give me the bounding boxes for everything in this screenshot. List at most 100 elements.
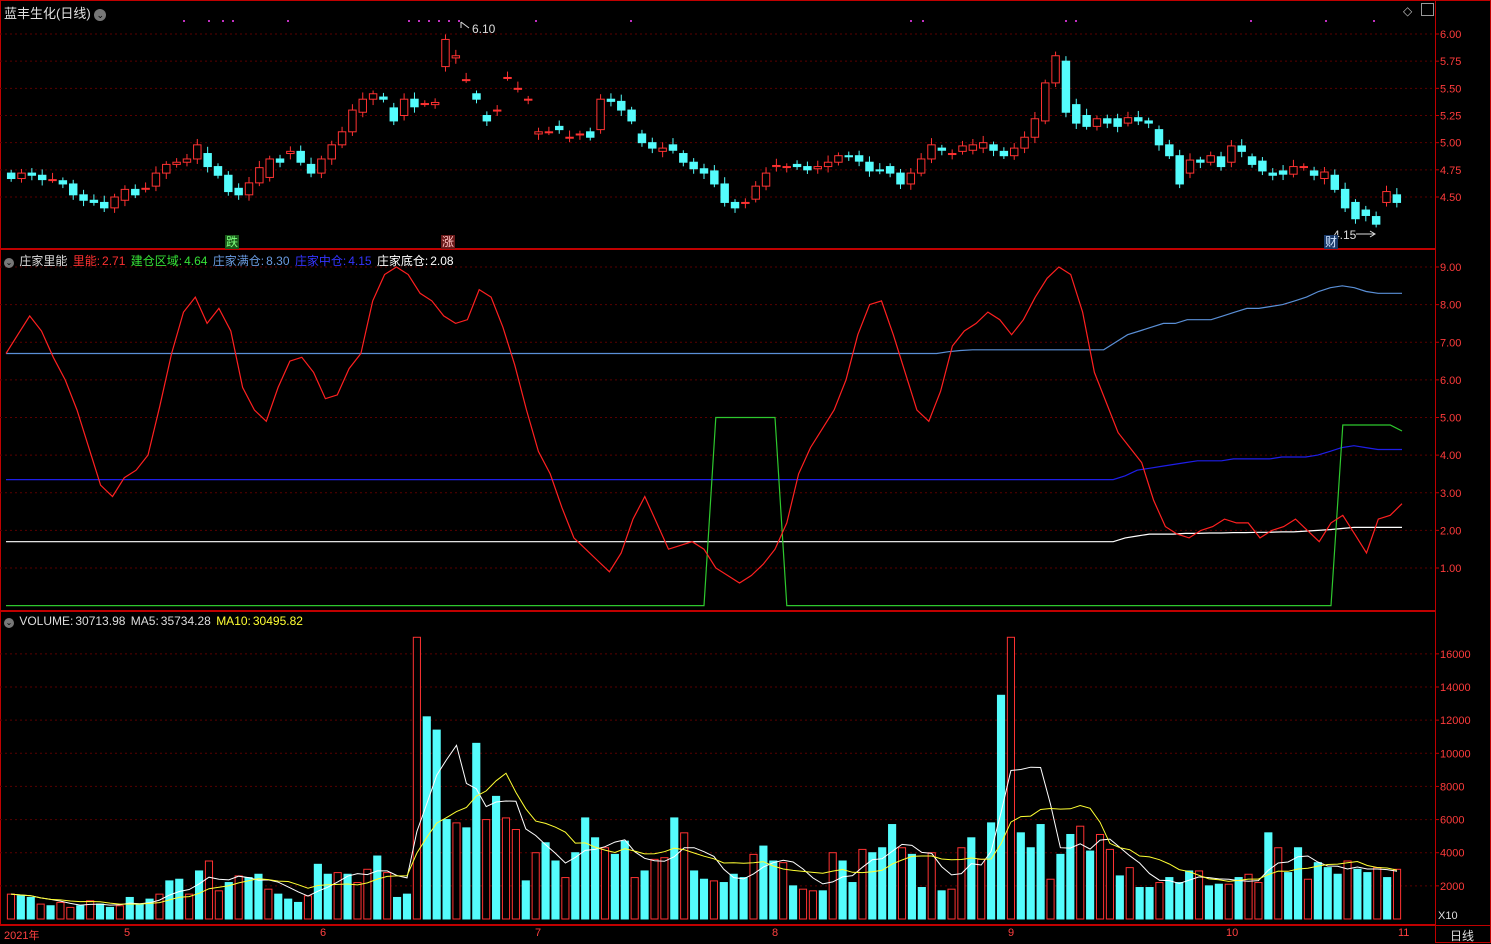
volume-legend: ⌄ VOLUME: 30713.98 MA5: 35734.28 MA10: 3049…: [4, 614, 305, 628]
volume-bar: [967, 837, 976, 920]
x-label-year: 2021年: [4, 930, 40, 942]
volume-bar: [323, 873, 332, 920]
candle-body: [58, 180, 68, 185]
volume-bar: [690, 870, 699, 920]
candle-body: [896, 172, 905, 185]
volume-bar: [383, 872, 392, 920]
candle-body: [48, 179, 57, 182]
volume-bar: [6, 893, 16, 920]
volume-bar: [848, 882, 857, 920]
jiancang-line: [6, 416, 1403, 607]
mancang-line: [6, 285, 1402, 355]
high-label: 6.10: [472, 22, 496, 36]
candle-body: [461, 79, 471, 82]
candle-body: [1330, 174, 1340, 190]
volume-bar: [284, 898, 293, 920]
zhongcang-line: [6, 445, 1402, 481]
volume-bar: [1214, 883, 1223, 920]
candle-body: [1154, 129, 1164, 146]
volume-bar: [343, 873, 352, 920]
volume-bar: [927, 852, 936, 920]
volume-bar: [996, 694, 1006, 920]
chevron-down-icon[interactable]: ⌄: [94, 9, 107, 21]
indicator-ytick: 5.00: [1440, 413, 1461, 425]
candle-body: [1072, 104, 1081, 124]
page-title: 蓝丰生化(日线) ⌄: [4, 3, 107, 22]
ma5-value: 35734.28: [160, 614, 211, 628]
indicator-ytick: 1.00: [1440, 563, 1461, 575]
volume-bar: [1313, 862, 1322, 920]
candle-body: [648, 142, 657, 149]
candle-body: [131, 188, 140, 196]
volume-bar: [511, 829, 520, 920]
volume-bar: [303, 895, 313, 920]
maximize-icon[interactable]: [1421, 3, 1434, 16]
volume-bar: [393, 896, 402, 920]
volume-bar: [699, 878, 709, 920]
candle-body: [741, 201, 750, 204]
candle-body: [813, 166, 822, 170]
candle-body: [1351, 201, 1360, 220]
volume-bar: [1234, 877, 1243, 920]
candle-body: [441, 38, 450, 68]
volume-bar: [95, 903, 105, 920]
volume-bar: [1125, 867, 1134, 920]
cai-marker[interactable]: 财: [1324, 235, 1338, 249]
volume-bar: [660, 857, 669, 920]
candle-body: [1227, 145, 1236, 163]
candle-body: [772, 164, 781, 168]
candle-body: [803, 166, 812, 171]
candle-body: [1113, 118, 1122, 127]
volume-ytick: 16000: [1440, 649, 1471, 661]
candle-body: [151, 172, 161, 187]
indicator-ytick: 3.00: [1440, 488, 1461, 500]
volume-bar: [482, 819, 491, 920]
indicator-ytick: 9.00: [1440, 262, 1461, 274]
candle-body: [658, 147, 667, 152]
period-label[interactable]: 日线: [1450, 927, 1474, 944]
candle-body: [1051, 55, 1060, 84]
die-marker[interactable]: 跌: [225, 234, 239, 249]
zhuli-label: 里能:: [72, 254, 101, 268]
ma5-label: MA5:: [130, 614, 159, 628]
candle-body: [265, 158, 274, 178]
volume-bar: [729, 873, 738, 920]
candle-body: [1278, 170, 1288, 175]
volume-bar: [858, 848, 867, 920]
candle-body: [1206, 155, 1215, 163]
volume-bar: [1086, 850, 1095, 920]
volume-bar: [422, 716, 431, 920]
candle-body: [1289, 166, 1298, 175]
volume-bar: [501, 817, 511, 920]
candle-body: [1165, 144, 1174, 157]
candle-body: [1309, 170, 1319, 176]
signal-dot: [448, 20, 450, 22]
candle-body: [317, 158, 326, 174]
candle-body: [679, 153, 688, 163]
indicator-toggle-icon[interactable]: ⌄: [4, 258, 14, 268]
diamond-icon[interactable]: ◇: [1403, 4, 1412, 18]
signal-dot: [222, 20, 224, 22]
volume-bar: [432, 729, 441, 920]
candle-body: [399, 98, 409, 116]
volume-toggle-icon[interactable]: ⌄: [4, 618, 14, 628]
volume-bar: [46, 905, 55, 920]
volume-bar: [1373, 867, 1382, 920]
volume-bar: [1155, 882, 1164, 920]
volume-ytick: 2000: [1440, 881, 1464, 893]
candle-body: [296, 150, 305, 163]
jiancang-value: 4.64: [184, 254, 208, 268]
candle-body: [1247, 156, 1257, 165]
candle-body: [968, 144, 978, 151]
candle-body: [916, 158, 926, 174]
candle-body: [1123, 117, 1133, 124]
stock-title: 蓝丰生化(日线): [4, 6, 91, 21]
volume-bar: [194, 870, 204, 920]
volume-bar: [977, 858, 986, 920]
volume-bars: [6, 636, 1402, 920]
zhang-marker[interactable]: 涨: [441, 234, 455, 249]
volume-bar: [917, 887, 926, 920]
candle-body: [1392, 194, 1402, 203]
candle-body: [420, 103, 430, 106]
volume-bar: [1036, 824, 1045, 920]
